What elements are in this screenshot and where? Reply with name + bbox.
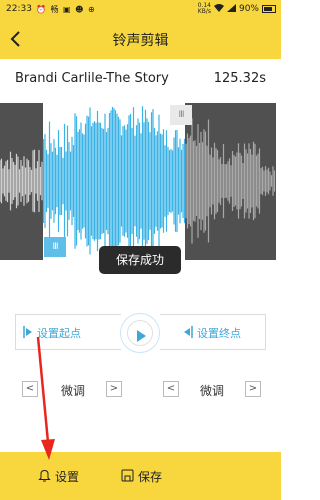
network-speed: 0.14 KB/s bbox=[197, 2, 211, 15]
settings-button[interactable]: 设置 bbox=[38, 468, 79, 485]
title-bar: 铃声剪辑 bbox=[0, 19, 281, 59]
battery-percent: 90% bbox=[238, 4, 259, 14]
wifi-icon bbox=[213, 3, 224, 15]
page-title: 铃声剪辑 bbox=[112, 33, 169, 49]
end-fine-tune-prev-button[interactable]: < bbox=[163, 381, 179, 397]
start-fine-tune-next-button[interactable]: > bbox=[106, 381, 122, 397]
song-name: Brandi Carlile-The Story bbox=[15, 71, 169, 86]
settings-label: 设置 bbox=[55, 470, 80, 484]
end-fine-tune-next-button[interactable]: > bbox=[245, 381, 261, 397]
end-marker-icon bbox=[183, 325, 193, 341]
save-label: 保存 bbox=[138, 470, 163, 484]
status-right: 0.14 KB/s 90% bbox=[198, 3, 276, 15]
end-fine-tune-label: 微调 bbox=[200, 384, 225, 398]
play-icon bbox=[136, 327, 146, 346]
battery-icon bbox=[262, 5, 276, 13]
play-button[interactable] bbox=[120, 313, 160, 353]
start-handle[interactable]: III bbox=[44, 237, 66, 257]
status-bar: 22:33 ⏰ 畅 ▣ ☻ ⊕ 0.14 KB/s 90% bbox=[0, 0, 281, 19]
set-end-label: 设置终点 bbox=[197, 327, 241, 340]
end-handle[interactable]: III bbox=[170, 105, 192, 125]
status-time: 22:33 bbox=[6, 4, 32, 14]
start-fine-tune-prev-button[interactable]: < bbox=[22, 381, 38, 397]
song-duration: 125.32s bbox=[213, 71, 266, 86]
bottom-bar: 设置 保存 bbox=[0, 452, 281, 500]
set-end-button[interactable]: 设置终点 bbox=[183, 325, 241, 341]
toast-message: 保存成功 bbox=[99, 246, 181, 274]
save-button[interactable]: 保存 bbox=[121, 468, 162, 485]
waveform-graph bbox=[0, 106, 276, 256]
set-start-button[interactable]: 设置起点 bbox=[23, 325, 81, 341]
set-start-label: 设置起点 bbox=[37, 327, 81, 340]
start-marker-icon bbox=[23, 325, 33, 341]
start-fine-tune-label: 微调 bbox=[61, 384, 86, 398]
waveform-editor[interactable]: III III bbox=[0, 103, 281, 260]
bell-icon bbox=[38, 469, 51, 485]
signal-icon bbox=[226, 3, 236, 15]
save-icon bbox=[121, 469, 134, 485]
notification-icons: ⏰ 畅 ▣ ☻ ⊕ bbox=[36, 5, 96, 14]
